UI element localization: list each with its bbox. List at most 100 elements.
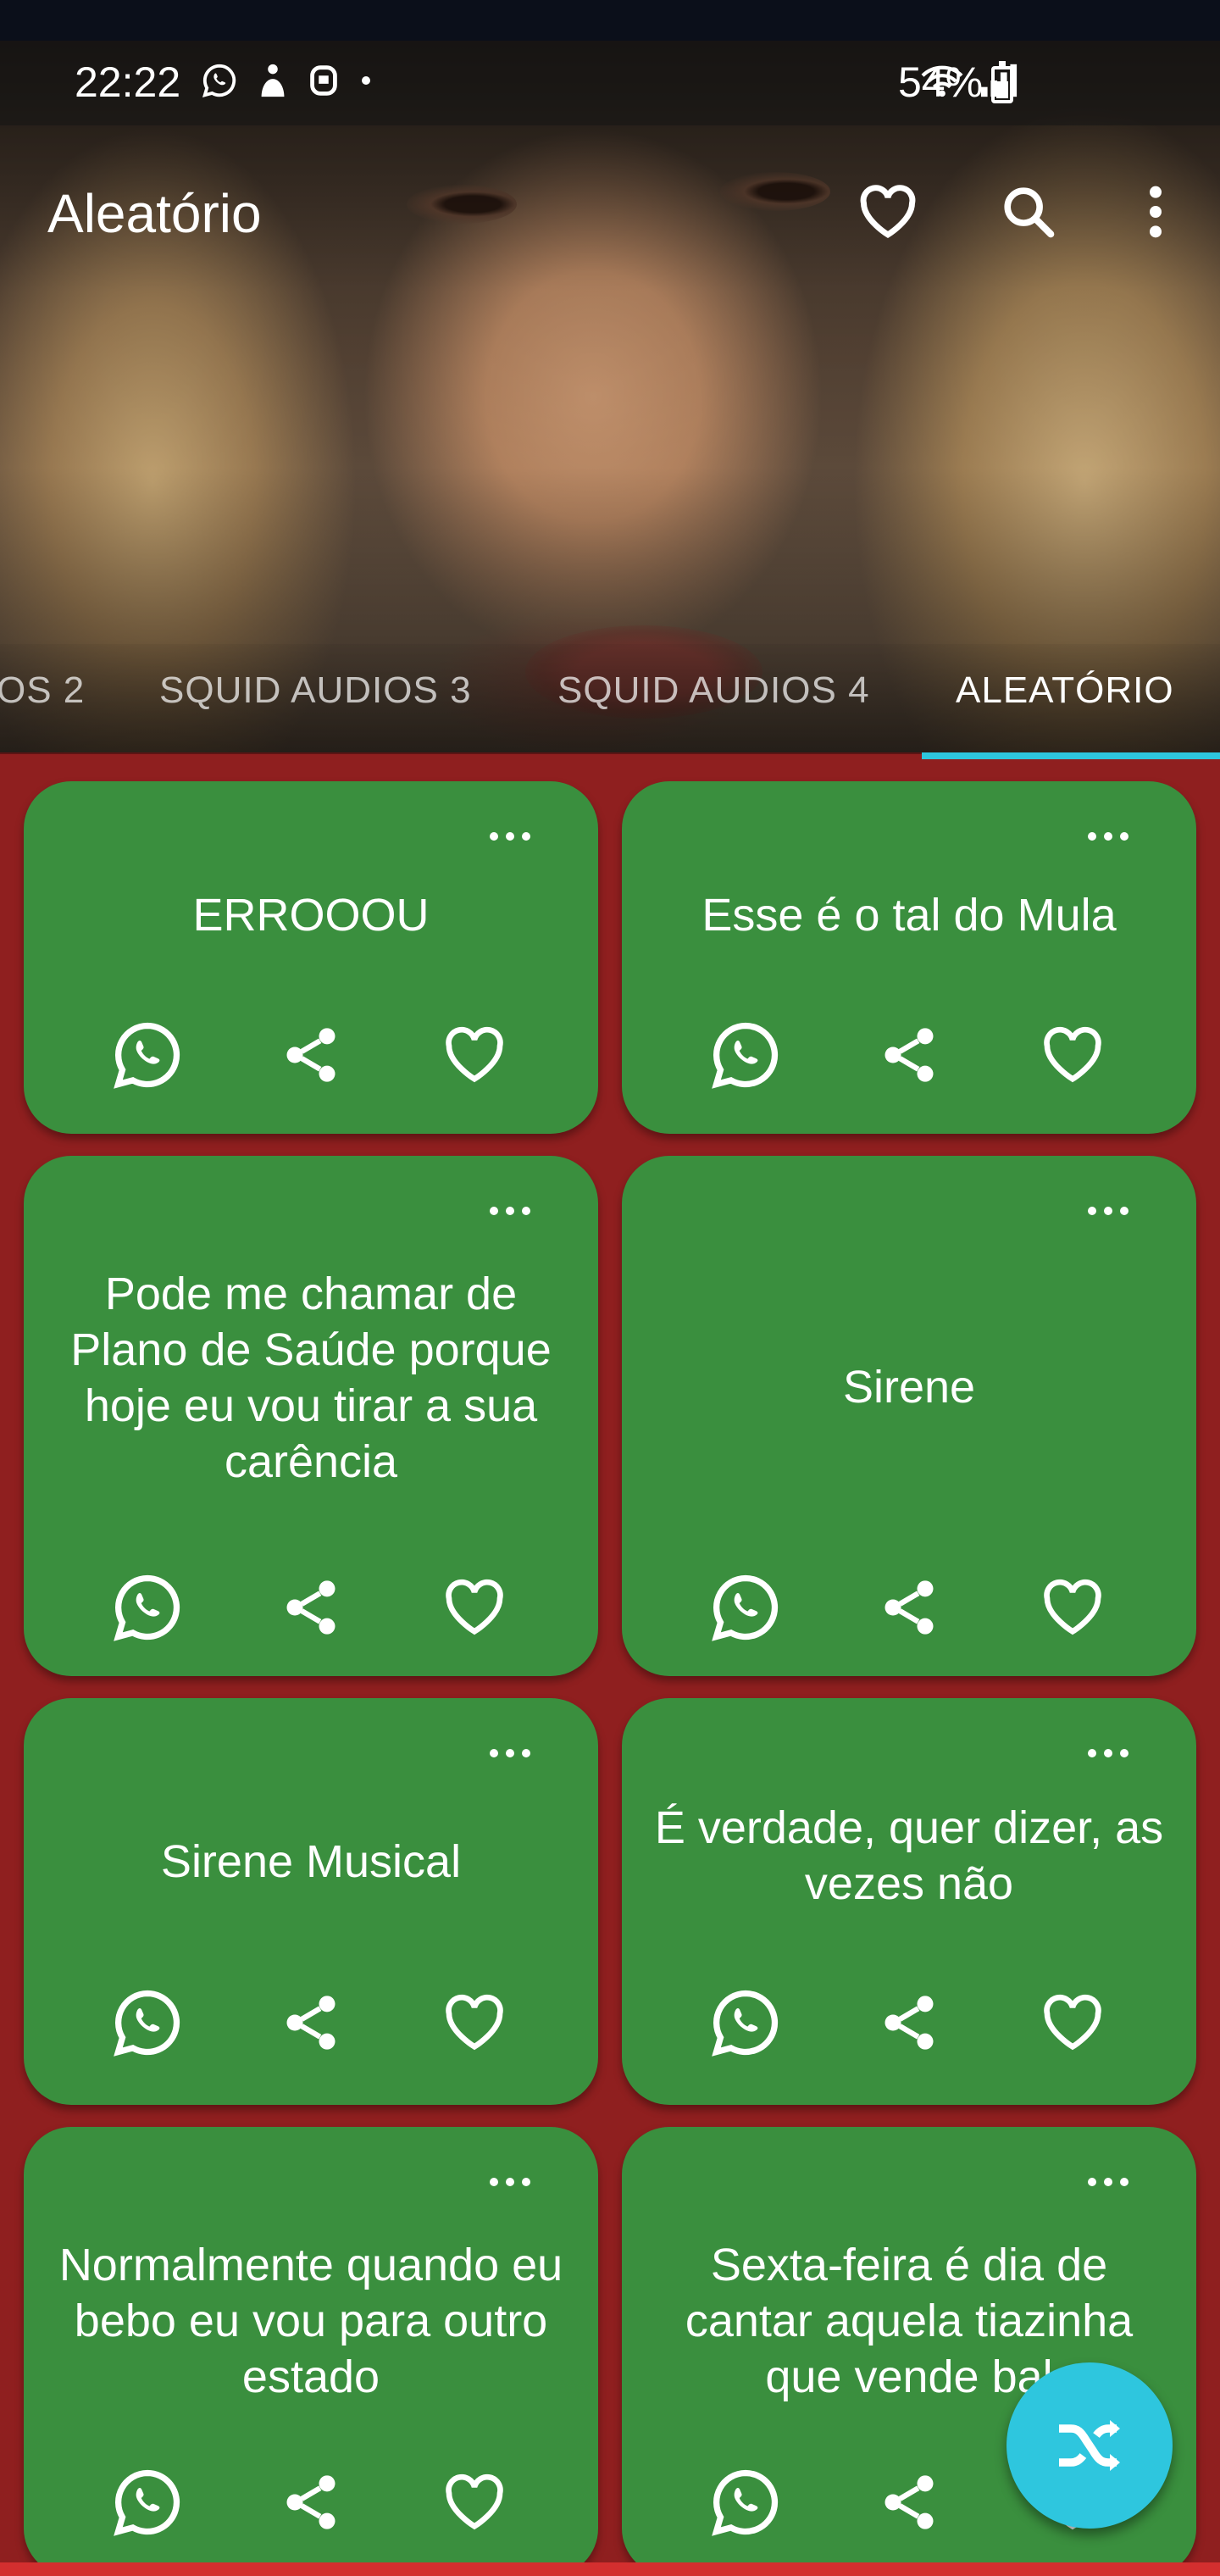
card-more-button[interactable] bbox=[490, 1749, 530, 1757]
share-icon bbox=[286, 1028, 336, 1082]
page-title: Aleatório bbox=[47, 183, 262, 244]
card-more-button[interactable] bbox=[1088, 2178, 1128, 2186]
shuffle-button[interactable] bbox=[1006, 2362, 1173, 2529]
share-button[interactable] bbox=[868, 1014, 950, 1096]
whatsapp-share-button[interactable] bbox=[705, 1567, 786, 1648]
card-title: É verdade, quer dizer, as vezes não bbox=[654, 1802, 1164, 1909]
favorite-button[interactable] bbox=[434, 1982, 515, 2063]
favorite-icon bbox=[445, 2473, 503, 2530]
favorite-icon bbox=[445, 1579, 503, 1635]
status-time: 22:22 bbox=[75, 58, 181, 106]
whatsapp-share-button[interactable] bbox=[107, 2462, 188, 2543]
search-icon bbox=[1004, 187, 1055, 238]
favorites-button[interactable] bbox=[852, 176, 923, 247]
sound-card[interactable]: Normalmente quando eu bebo eu vou para o… bbox=[24, 2127, 598, 2576]
whatsapp-icon bbox=[114, 2469, 180, 2536]
card-more-button[interactable] bbox=[490, 1207, 530, 1215]
whatsapp-share-button[interactable] bbox=[705, 1014, 786, 1096]
status-bar: 22:22 54% bbox=[0, 41, 1220, 125]
card-more-button[interactable] bbox=[490, 2178, 530, 2186]
favorite-icon bbox=[1043, 1994, 1101, 2051]
overflow-menu-button[interactable] bbox=[1120, 176, 1191, 247]
favorite-icon bbox=[1043, 1579, 1101, 1635]
share-button[interactable] bbox=[868, 1982, 950, 2063]
card-actions bbox=[622, 1982, 1196, 2063]
share-button[interactable] bbox=[270, 1014, 352, 1096]
favorite-button[interactable] bbox=[434, 1014, 515, 1096]
card-more-button[interactable] bbox=[1088, 832, 1128, 841]
whatsapp-share-button[interactable] bbox=[107, 1014, 188, 1096]
card-actions bbox=[622, 1567, 1196, 1648]
whatsapp-share-button[interactable] bbox=[107, 1982, 188, 2063]
card-title: Normalmente quando eu bebo eu vou para o… bbox=[58, 2240, 563, 2402]
battery-icon bbox=[991, 61, 1013, 103]
card-title: Esse é o tal do Mula bbox=[702, 890, 1117, 941]
tab-squid-audios-4[interactable]: SQUID AUDIOS 4 bbox=[557, 669, 870, 712]
sound-card[interactable]: Pode me chamar de Plano de Saúde porque … bbox=[24, 1156, 598, 1676]
share-button[interactable] bbox=[868, 2462, 950, 2543]
favorite-icon bbox=[445, 1994, 503, 2051]
share-icon bbox=[884, 1028, 934, 1082]
share-icon bbox=[884, 1580, 934, 1635]
card-title: Sirene Musical bbox=[160, 1836, 462, 1887]
card-actions bbox=[24, 2462, 598, 2543]
card-more-button[interactable] bbox=[1088, 1207, 1128, 1215]
whatsapp-share-button[interactable] bbox=[107, 1567, 188, 1648]
whatsapp-icon bbox=[114, 1022, 180, 1089]
sound-card[interactable]: Esse é o tal do Mula bbox=[622, 781, 1196, 1134]
whatsapp-icon bbox=[712, 1574, 779, 1641]
notification-app-icon-2 bbox=[310, 65, 337, 96]
whatsapp-share-button[interactable] bbox=[705, 2462, 786, 2543]
favorite-button[interactable] bbox=[1032, 1014, 1113, 1096]
sound-card[interactable]: É verdade, quer dizer, as vezes não bbox=[622, 1698, 1196, 2105]
whatsapp-icon bbox=[712, 1022, 779, 1089]
card-title: ERROOOU bbox=[192, 890, 430, 941]
tab-aleatorio[interactable]: ALEATÓRIO bbox=[956, 669, 1174, 712]
tab-indicator bbox=[922, 752, 1220, 759]
share-icon bbox=[286, 1996, 336, 2050]
favorite-icon bbox=[1043, 1026, 1101, 1083]
whatsapp-icon bbox=[114, 1990, 180, 2057]
card-actions bbox=[24, 1014, 598, 1096]
sound-card[interactable]: ERROOOU bbox=[24, 781, 598, 1134]
notification-app-icon bbox=[261, 64, 285, 97]
card-title: Sirene bbox=[842, 1362, 976, 1413]
whatsapp-icon bbox=[202, 64, 236, 97]
card-actions bbox=[622, 1014, 1196, 1096]
top-strip bbox=[0, 0, 1220, 41]
dot-icon bbox=[362, 76, 370, 85]
shuffle-icon bbox=[1059, 2420, 1120, 2471]
share-icon bbox=[884, 2475, 934, 2529]
status-left-icons bbox=[200, 61, 374, 100]
card-title: Pode me chamar de Plano de Saúde porque … bbox=[70, 1269, 552, 1487]
card-actions bbox=[24, 1567, 598, 1648]
share-button[interactable] bbox=[270, 1982, 352, 2063]
favorite-button[interactable] bbox=[1032, 1982, 1113, 2063]
share-button[interactable] bbox=[270, 2462, 352, 2543]
share-icon bbox=[286, 2475, 336, 2529]
share-button[interactable] bbox=[868, 1567, 950, 1648]
battery-percentage: 54% bbox=[898, 58, 984, 106]
card-more-button[interactable] bbox=[1088, 1749, 1128, 1757]
share-icon bbox=[884, 1996, 934, 2050]
share-icon bbox=[286, 1580, 336, 1635]
sound-card[interactable]: Sirene bbox=[622, 1156, 1196, 1676]
whatsapp-share-button[interactable] bbox=[705, 1982, 786, 2063]
more-vert-icon bbox=[1150, 186, 1162, 238]
favorite-icon bbox=[445, 1026, 503, 1083]
sound-card[interactable]: Sirene Musical bbox=[24, 1698, 598, 2105]
card-more-button[interactable] bbox=[490, 832, 530, 841]
card-actions bbox=[24, 1982, 598, 2063]
favorite-button[interactable] bbox=[434, 1567, 515, 1648]
whatsapp-icon bbox=[712, 1990, 779, 2057]
share-button[interactable] bbox=[270, 1567, 352, 1648]
favorite-button[interactable] bbox=[1032, 1567, 1113, 1648]
tab-squid-audios-3[interactable]: SQUID AUDIOS 3 bbox=[159, 669, 472, 712]
favorite-button[interactable] bbox=[434, 2462, 515, 2543]
search-button[interactable] bbox=[993, 176, 1064, 247]
heart-icon bbox=[860, 185, 916, 238]
tab-bar: OS 2 SQUID AUDIOS 3 SQUID AUDIOS 4 ALEAT… bbox=[0, 644, 1220, 754]
whatsapp-icon bbox=[712, 2469, 779, 2536]
tab-squid-audios-2[interactable]: OS 2 bbox=[0, 669, 85, 712]
whatsapp-icon bbox=[114, 1574, 180, 1641]
